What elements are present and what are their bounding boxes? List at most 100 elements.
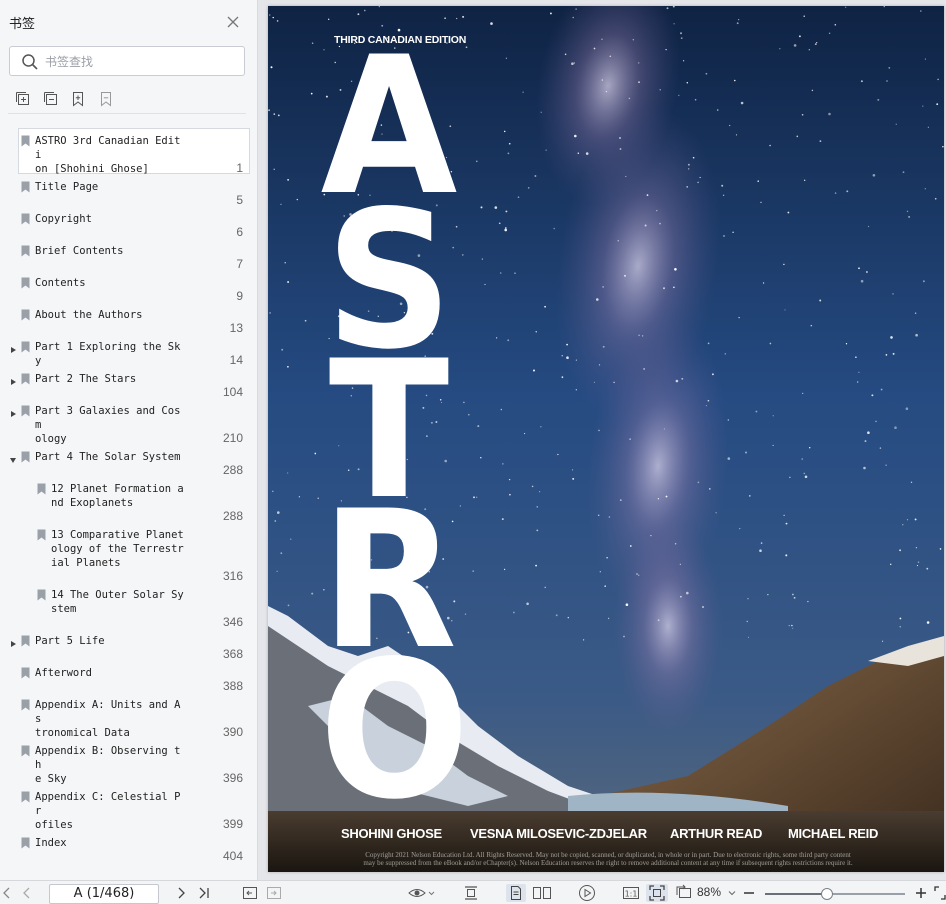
bookmark-item[interactable]: Part 2 The Stars 104 (0, 372, 258, 404)
star (871, 394, 874, 397)
collapse-arrow-icon[interactable] (9, 454, 17, 463)
star (632, 39, 634, 41)
bookmark-item[interactable]: Part 3 Galaxies and Cosm ology 210 (0, 404, 258, 450)
star (736, 22, 739, 25)
bookmark-item[interactable]: Contents 9 (0, 276, 258, 308)
bookmark-search[interactable] (9, 46, 245, 76)
star (936, 103, 939, 106)
collapse-all-icon[interactable] (40, 88, 62, 110)
star (522, 91, 524, 93)
star (724, 353, 726, 355)
bookmark-page-number: 346 (222, 615, 243, 629)
star (495, 337, 498, 339)
expand-arrow-icon[interactable] (9, 408, 17, 417)
star (734, 79, 736, 82)
star (646, 194, 649, 196)
zoom-out-icon[interactable] (741, 884, 757, 902)
star (502, 463, 504, 465)
delete-bookmark-icon[interactable] (95, 88, 117, 110)
expand-all-icon[interactable] (12, 88, 34, 110)
bookmark-item[interactable]: Copyright 6 (0, 212, 258, 244)
back-view-icon[interactable] (241, 884, 259, 902)
star (504, 228, 507, 232)
star (899, 617, 902, 620)
zoom-in-icon[interactable] (913, 884, 929, 902)
bookmark-item[interactable]: Appendix A: Units and As tronomical Data… (0, 698, 258, 744)
bookmark-item[interactable]: 12 Planet Formation a nd Exoplanets 288 (0, 482, 258, 528)
document-viewer[interactable]: THIRD CANADIAN EDITION A S T R O SHOHINI… (259, 0, 946, 880)
bookmark-item[interactable]: Part 5 Life 368 (0, 634, 258, 666)
zoom-dropdown-icon[interactable] (727, 884, 737, 902)
star (665, 495, 668, 498)
zoom-slider[interactable] (765, 888, 905, 900)
star (902, 171, 905, 174)
star (268, 14, 271, 16)
expand-arrow-icon[interactable] (9, 638, 17, 647)
eye-protection-icon[interactable] (406, 884, 436, 902)
add-bookmark-icon[interactable] (67, 88, 89, 110)
star (784, 309, 786, 311)
star (680, 595, 682, 598)
bookmark-item[interactable]: Appendix B: Observing th e Sky 396 (0, 744, 258, 790)
star (637, 574, 640, 577)
star (746, 620, 748, 623)
last-page-icon[interactable] (196, 884, 212, 902)
bookmark-page-number: 7 (236, 257, 243, 271)
zoom-level[interactable]: 88% (697, 885, 721, 899)
two-page-view-icon[interactable] (531, 884, 553, 902)
bookmark-item[interactable]: Afterword 388 (0, 666, 258, 698)
next-page-icon[interactable] (174, 884, 188, 902)
fit-width-icon[interactable] (462, 884, 480, 902)
star (311, 42, 314, 44)
bookmark-item[interactable]: 13 Comparative Planet ology of the Terre… (0, 528, 258, 588)
fit-page-icon[interactable] (646, 884, 668, 902)
bookmark-page-number: 404 (222, 849, 243, 863)
star (888, 66, 891, 69)
rotate-view-icon[interactable] (674, 884, 694, 902)
bookmark-search-input[interactable] (45, 52, 235, 72)
close-icon[interactable] (225, 14, 241, 30)
page-number-input[interactable]: A (1/468) (49, 884, 159, 904)
star (608, 516, 611, 518)
bookmark-icon (21, 837, 30, 849)
star (659, 222, 661, 225)
bookmark-icon (21, 791, 30, 803)
zoom-slider-thumb[interactable] (820, 888, 833, 900)
star (597, 514, 600, 517)
bookmark-icon (21, 181, 30, 193)
single-page-view-icon[interactable] (506, 884, 526, 902)
bookmark-label: Appendix A: Units and As tronomical Data (35, 699, 181, 739)
previous-page-icon[interactable] (20, 884, 34, 902)
star (924, 188, 926, 190)
fullscreen-icon[interactable] (933, 884, 946, 902)
bookmark-page-number: 288 (222, 509, 243, 523)
star (895, 123, 897, 125)
bookmark-item[interactable]: Part 1 Exploring the Sky 14 (0, 340, 258, 372)
star (298, 496, 301, 498)
author-name: ARTHUR READ (670, 826, 763, 841)
bookmark-item[interactable]: Brief Contents 7 (0, 244, 258, 276)
star (767, 594, 769, 596)
bookmark-item[interactable]: Appendix C: Celestial Pr ofiles 399 (0, 790, 258, 836)
bookmark-item[interactable]: About the Authors 13 (0, 308, 258, 340)
bookmark-item[interactable]: Title Page 5 (0, 180, 258, 212)
star (269, 312, 271, 314)
star (846, 190, 849, 193)
star (926, 567, 929, 570)
actual-size-icon[interactable]: 1:1 (621, 884, 641, 902)
star (629, 545, 632, 547)
bookmark-item[interactable]: 14 The Outer Solar Sy stem 346 (0, 588, 258, 634)
bookmark-item[interactable]: Part 4 The Solar System 288 (0, 450, 258, 482)
star (281, 348, 284, 351)
first-page-icon[interactable] (1, 884, 13, 902)
play-slideshow-icon[interactable] (577, 884, 597, 902)
expand-arrow-icon[interactable] (9, 344, 17, 353)
star (602, 345, 605, 348)
forward-view-icon[interactable] (265, 884, 283, 902)
bookmark-item[interactable]: ASTRO 3rd Canadian Editi on [Shohini Gho… (0, 128, 258, 180)
star (270, 66, 273, 69)
expand-arrow-icon[interactable] (9, 376, 17, 385)
star (755, 410, 758, 413)
star (623, 635, 625, 638)
bookmark-item[interactable]: Index 404 (0, 836, 258, 868)
